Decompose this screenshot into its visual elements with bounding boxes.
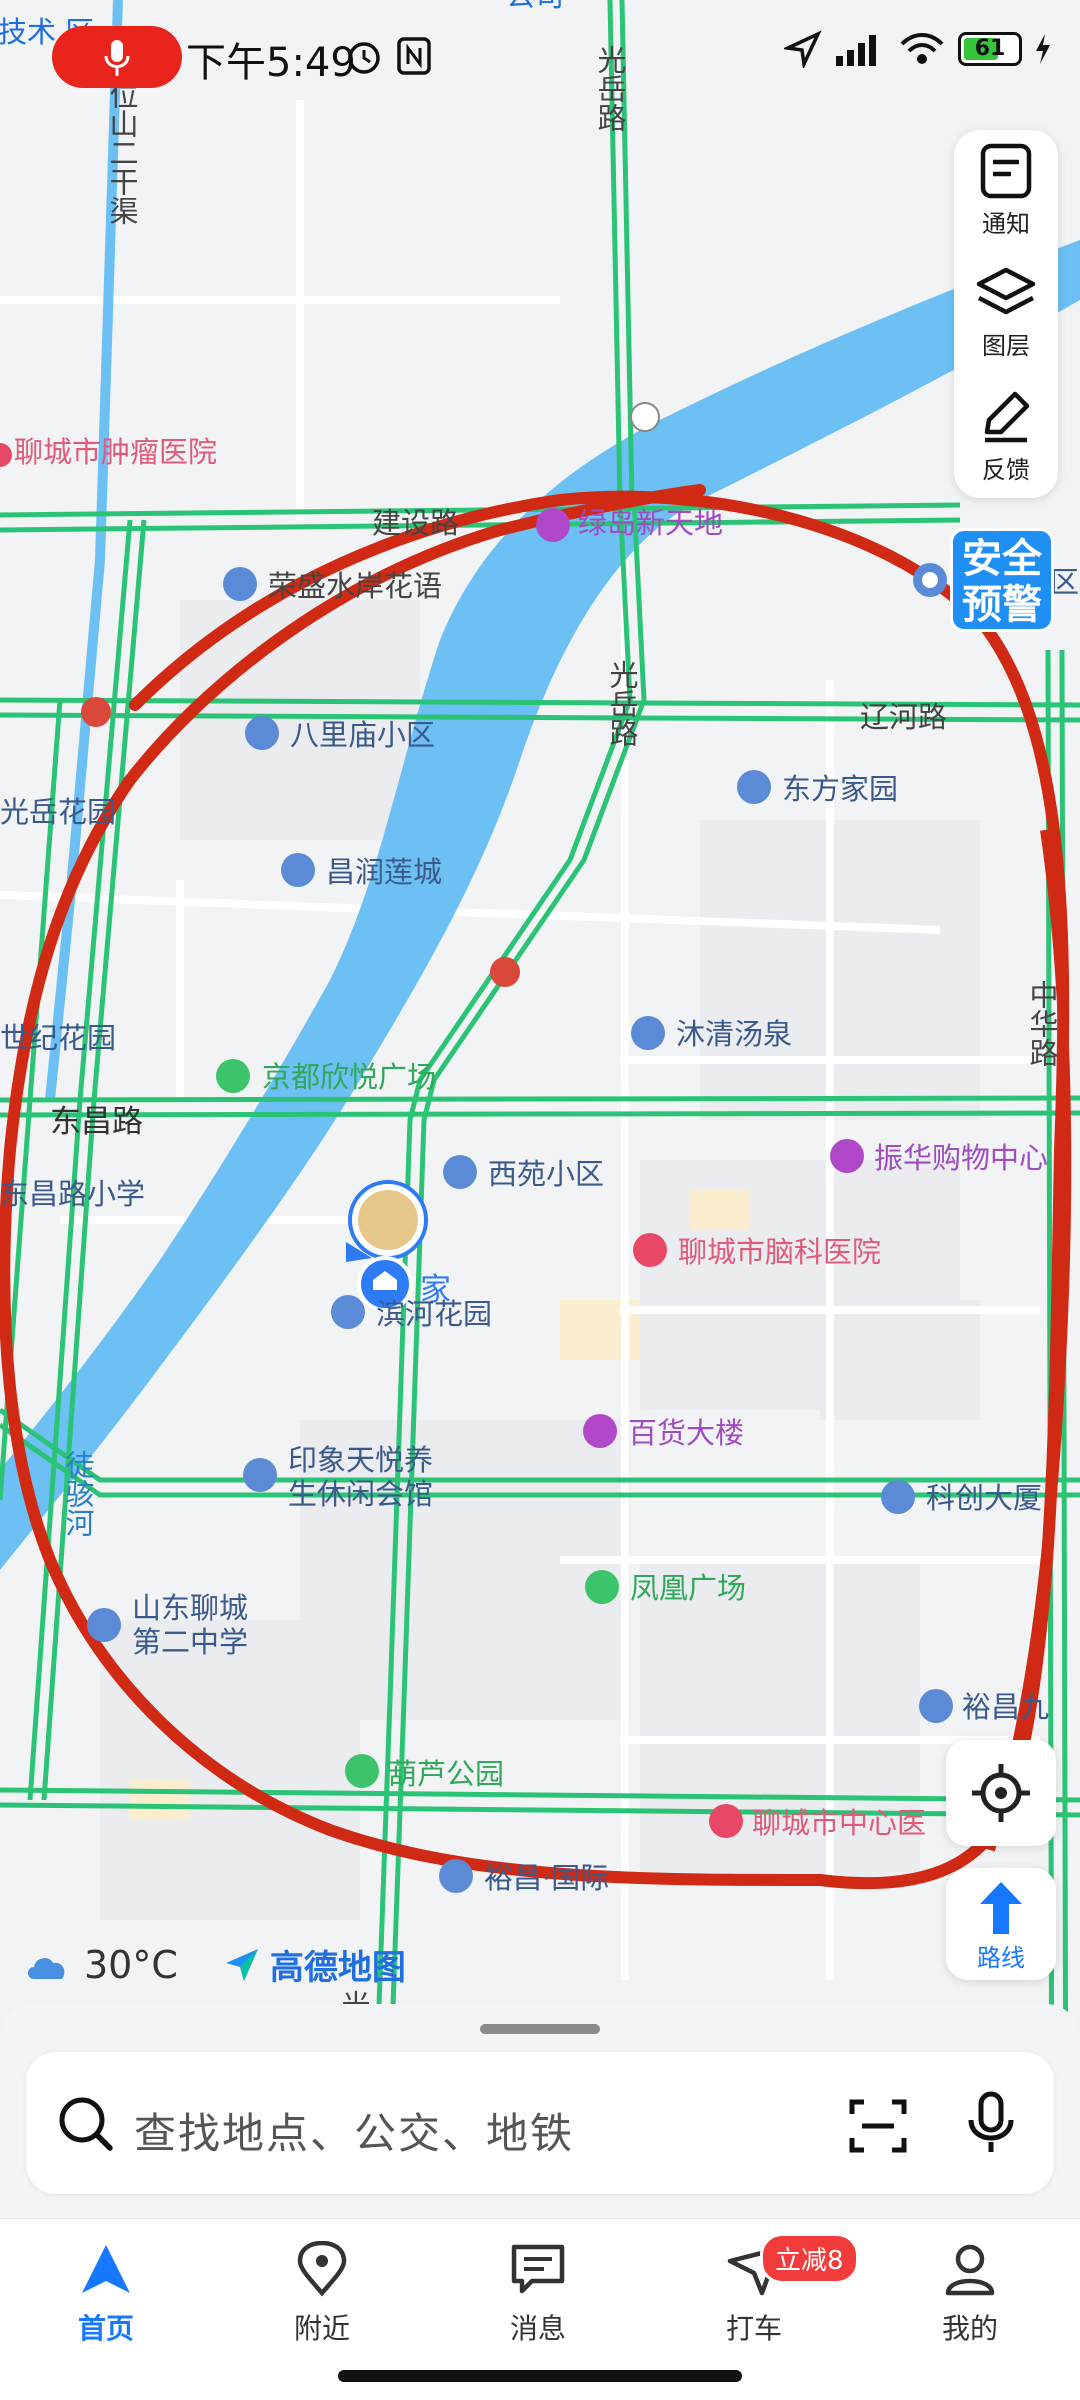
cloud-icon (28, 1957, 65, 1979)
label-guangyue-road: 光岳路 (605, 660, 639, 747)
route-label: 路线 (977, 1944, 1025, 1972)
label-guangyue-garden[interactable]: 光岳花园 (0, 795, 116, 829)
label-tumor-hospital[interactable]: 聊城市肿瘤医院 (14, 435, 217, 469)
safety-line-2: 预警 (962, 582, 1042, 628)
safety-line-1: 安全 (962, 536, 1042, 582)
screen-record-indicator[interactable] (52, 26, 182, 88)
label-brain-hospital[interactable]: 聊城市脑科医院 (678, 1235, 881, 1269)
layers-label: 图层 (982, 332, 1030, 360)
alarm-icon (348, 42, 380, 74)
label-kechuang[interactable]: 科创大厦 (926, 1481, 1042, 1515)
label-yuchang[interactable]: 裕昌·国际 (484, 1861, 609, 1895)
voice-search-icon[interactable] (966, 2090, 1016, 2156)
label-yuchang-right[interactable]: 裕昌九 (962, 1690, 1049, 1724)
label-fenghuang[interactable]: 凤凰广场 (630, 1571, 746, 1605)
label-center-hospital[interactable]: 聊城市中心医 (752, 1806, 926, 1840)
label-xiyuan[interactable]: 西苑小区 (488, 1157, 604, 1191)
label-dongfang[interactable]: 东方家园 (782, 772, 898, 806)
label-binhe[interactable]: 滨河花园 (376, 1297, 492, 1331)
profile-icon (945, 2244, 995, 2296)
label-baihuo[interactable]: 百货大楼 (628, 1416, 744, 1450)
feedback-icon (984, 391, 1030, 443)
label-changrun[interactable]: 昌润莲城 (326, 855, 442, 889)
amap-brand: 高德地图 (269, 1948, 406, 1988)
tab-messages[interactable]: 消息 (458, 2241, 618, 2347)
safety-warning-badge[interactable]: 安全 预警 (950, 528, 1054, 632)
weather-widget[interactable]: 30°C 高德地图 (24, 1940, 406, 1989)
status-icons: 61 (784, 30, 1052, 68)
label-shandong-2[interactable]: 第二中学 (132, 1625, 248, 1659)
search-input[interactable]: 查找地点、公交、地铁 (134, 2100, 574, 2161)
label-dongchang-road: 东昌路 (50, 1104, 143, 1140)
microphone-icon (104, 40, 130, 76)
label-hulu[interactable]: 葫芦公园 (388, 1757, 504, 1791)
label-liaohe-road: 辽河路 (860, 700, 947, 734)
layers-button[interactable]: 图层 (954, 252, 1058, 372)
charging-icon (1036, 34, 1050, 64)
tab-messages-label: 消息 (509, 2312, 566, 2345)
notification-icon (980, 143, 1032, 199)
tab-taxi[interactable]: 打车 立减8 (674, 2233, 859, 2347)
feedback-button[interactable]: 反馈 (954, 376, 1058, 496)
tab-profile[interactable]: 我的 (890, 2241, 1050, 2347)
amap-logo: 高德地图 (222, 1940, 406, 1989)
label-balimiao[interactable]: 八里庙小区 (290, 718, 435, 752)
location-arrow-icon (784, 30, 822, 68)
label-shuian[interactable]: 荣盛水岸花语 (268, 569, 442, 603)
battery-level: 61 (974, 36, 1006, 61)
label-shiji[interactable]: 世纪花园 (0, 1021, 116, 1055)
label-river: 徒骇河 (61, 1450, 95, 1537)
tab-home[interactable]: 首页 (26, 2241, 186, 2347)
label-yinxiang-2[interactable]: 生休闲会馆 (288, 1477, 433, 1511)
label-zhonghua-road: 中华路 (1025, 980, 1059, 1067)
status-time: 下午5:49 (186, 40, 356, 86)
crosshair-icon (972, 1764, 1030, 1822)
amap-logo-icon (225, 1948, 258, 1981)
label-jianshe-road: 建设路 (372, 506, 459, 540)
wifi-icon (900, 33, 944, 64)
label-zhenhua[interactable]: 振华购物中心 (874, 1141, 1048, 1175)
sheet-handle[interactable] (480, 2024, 600, 2034)
notification-label: 通知 (982, 210, 1030, 238)
bottom-sheet[interactable]: 查找地点、公交、地铁 (0, 2004, 1080, 2244)
label-jingdu[interactable]: 京都欣悦广场 (262, 1060, 436, 1094)
signal-icon (836, 35, 876, 66)
label-lvdao[interactable]: 绿岛新天地 (578, 506, 723, 540)
temperature: 30°C (84, 1942, 178, 1987)
tab-taxi-label: 打车 (725, 2312, 782, 2345)
label-yinxiang-1[interactable]: 印象天悦养 (288, 1443, 433, 1477)
label-right-clip: 区 (1050, 565, 1079, 599)
map-tools-panel: 通知 图层 反馈 (954, 130, 1058, 498)
route-button[interactable]: 路线 (946, 1868, 1056, 1980)
tab-nearby-label: 附近 (293, 2312, 350, 2345)
tab-profile-label: 我的 (941, 2312, 998, 2345)
battery-icon: 61 (958, 32, 1022, 66)
route-arrow-icon (980, 1882, 1022, 1934)
message-icon (511, 2244, 565, 2294)
tab-home-label: 首页 (77, 2312, 134, 2345)
location-pin-icon (297, 2240, 347, 2297)
taxi-discount-badge: 立减8 (760, 2233, 859, 2284)
layers-icon (976, 267, 1036, 315)
status-bar: 下午5:49 61 (0, 0, 1080, 110)
nfc-icon (397, 37, 431, 75)
search-bar[interactable]: 查找地点、公交、地铁 (26, 2052, 1054, 2194)
notification-button[interactable]: 通知 (954, 130, 1058, 250)
search-icon (59, 2097, 113, 2151)
label-shandong-1[interactable]: 山东聊城 (132, 1591, 248, 1625)
feedback-label: 反馈 (982, 456, 1030, 484)
label-dongchang-school[interactable]: 东昌路小学 (0, 1177, 145, 1211)
gesture-bar[interactable] (338, 2370, 742, 2382)
scan-icon[interactable] (848, 2096, 908, 2156)
label-muqing[interactable]: 沐清汤泉 (676, 1017, 792, 1051)
locate-button[interactable] (946, 1740, 1056, 1846)
tab-nearby[interactable]: 附近 (242, 2240, 402, 2347)
home-nav-icon (82, 2245, 130, 2293)
map-canvas[interactable]: 技术 区 聊城市肿瘤医院 建设路 绿岛新天地 荣盛水岸花语 八里庙小区 光岳花园… (0, 0, 1080, 2200)
